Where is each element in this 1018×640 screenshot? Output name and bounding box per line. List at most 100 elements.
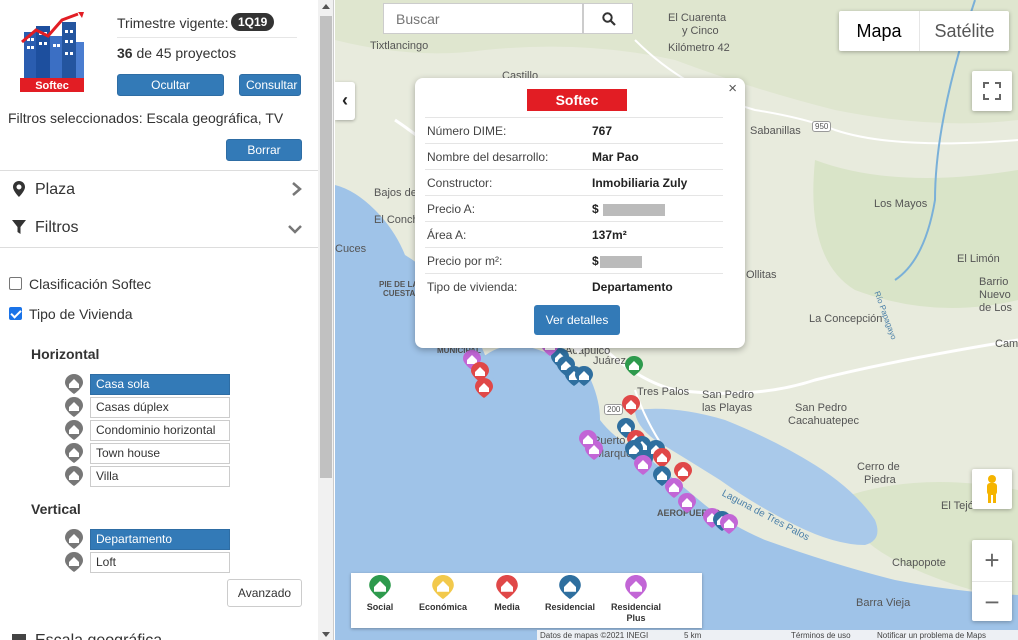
- vertical-option[interactable]: Departamento: [90, 529, 230, 550]
- popup-row-value: $: [592, 254, 642, 268]
- popup-row-value: 767: [592, 124, 613, 138]
- scale-label: 5 km: [684, 631, 702, 640]
- place-label: El Cuarenta: [668, 12, 727, 24]
- section-label: Plaza: [35, 181, 76, 198]
- trimester-label: Trimestre vigente:: [117, 15, 229, 31]
- legend-label: Social: [366, 602, 394, 612]
- section-escala-geografica[interactable]: Escala geográfica: [0, 628, 318, 640]
- property-marker-icon[interactable]: [579, 430, 597, 453]
- hide-projects-button[interactable]: Ocultar proyectos: [117, 74, 224, 112]
- clear-filters-button[interactable]: Borrar filtros: [226, 139, 302, 177]
- vertical-pin-icon: [65, 529, 83, 549]
- legend-item: Residencial: [535, 575, 605, 613]
- legend-marker-icon: [369, 575, 391, 599]
- horizontal-pin-icon: [65, 397, 83, 417]
- report-problem-link[interactable]: Notificar un problema de Maps: [877, 631, 986, 640]
- horizontal-option[interactable]: Town house: [90, 443, 230, 464]
- popup-row-value: Departamento: [592, 280, 673, 294]
- vertical-title: Vertical: [31, 501, 81, 517]
- property-marker-icon[interactable]: [575, 366, 593, 389]
- view-details-button[interactable]: Ver detalles: [534, 305, 620, 335]
- legend-item: Social: [345, 575, 415, 613]
- popup-row: Constructor: Inmobiliaria Zuly: [425, 169, 723, 195]
- property-marker-icon[interactable]: [475, 378, 493, 401]
- horizontal-option[interactable]: Casa sola: [90, 374, 230, 395]
- property-marker-icon[interactable]: [678, 493, 696, 516]
- horizontal-option[interactable]: Condominio horizontal: [90, 420, 230, 441]
- place-label: y Cinco: [682, 25, 719, 37]
- terms-link[interactable]: Términos de uso: [791, 631, 851, 640]
- scroll-up-arrow-icon[interactable]: [322, 4, 330, 9]
- place-label: Campo: [995, 338, 1018, 350]
- highway-shield: 200: [604, 404, 624, 415]
- property-marker-icon[interactable]: [720, 514, 738, 537]
- legend-marker-icon: [432, 575, 454, 599]
- property-marker-icon[interactable]: [622, 395, 640, 418]
- map-type-map[interactable]: Mapa: [839, 11, 919, 51]
- close-icon[interactable]: ×: [728, 80, 737, 97]
- checkbox-label: Clasificación Softec: [29, 276, 152, 292]
- popup-row-label: Precio A:: [427, 202, 476, 216]
- street-view-button[interactable]: [972, 469, 1012, 509]
- popup-row-label: Precio por m²:: [427, 254, 503, 268]
- zoom-control: + −: [972, 540, 1012, 621]
- info-popup: × Softec Número DIME: 767 Nombre del desar…: [415, 78, 745, 348]
- horizontal-title: Horizontal: [31, 346, 100, 362]
- pegman-icon: [987, 475, 997, 503]
- divider: [0, 247, 318, 248]
- popup-row-value: Mar Pao: [592, 150, 639, 164]
- trimester-badge: 1Q19: [231, 13, 275, 31]
- property-marker-icon[interactable]: [625, 356, 643, 379]
- place-label: de Los: [979, 302, 1013, 314]
- search-icon: [602, 12, 616, 26]
- section-plaza[interactable]: Plaza: [0, 172, 318, 208]
- legend-marker-icon: [496, 575, 518, 599]
- popup-row-label: Número DIME:: [427, 124, 507, 138]
- checkbox-label: Tipo de Vivienda: [29, 306, 133, 322]
- legend-label: Media: [494, 602, 520, 612]
- fullscreen-icon: [983, 82, 1001, 100]
- collapse-sidebar-button[interactable]: ‹: [335, 82, 355, 120]
- place-label: Kilómetro 42: [668, 42, 730, 54]
- popup-row-label: Tipo de vivienda:: [427, 280, 518, 294]
- popup-row-value: Inmobiliaria Zuly: [592, 176, 688, 190]
- checkbox[interactable]: [9, 307, 22, 320]
- map-marker-icon: [13, 181, 25, 197]
- place-label: Tixtlancingo: [370, 40, 429, 52]
- horizontal-option[interactable]: Villa: [90, 466, 230, 487]
- consult-button[interactable]: Consultar: [239, 74, 301, 96]
- popup-row: Tipo de vivienda: Departamento: [425, 273, 723, 299]
- selected-filters-text: Filtros seleccionados: Escala geográfica…: [8, 110, 284, 126]
- place-label: San Pedro: [795, 402, 847, 414]
- search-input[interactable]: [383, 3, 583, 34]
- softec-logo: Softec: [20, 12, 84, 92]
- map[interactable]: El Cuarenta y Cinco Kilómetro 42 Tixtlan…: [335, 0, 1018, 640]
- popup-row: Precio A: $: [425, 195, 723, 221]
- zoom-out-button[interactable]: −: [972, 581, 1012, 621]
- advanced-button[interactable]: Avanzado: [227, 579, 302, 607]
- vertical-option[interactable]: Loft: [90, 552, 230, 573]
- zoom-in-button[interactable]: +: [972, 540, 1012, 580]
- popup-row-value: $: [592, 202, 665, 216]
- filter-icon: [12, 220, 26, 234]
- legend-item: Residencial Plus: [601, 575, 671, 624]
- legend-item: Económica: [408, 575, 478, 613]
- horizontal-option[interactable]: Casas dúplex: [90, 397, 230, 418]
- checkbox[interactable]: [9, 277, 22, 290]
- legend-marker-icon: [559, 575, 581, 599]
- scrollbar-thumb[interactable]: [320, 16, 332, 478]
- legend-label: Residencial Plus: [610, 602, 662, 623]
- popup-row: Número DIME: 767: [425, 117, 723, 143]
- property-marker-icon[interactable]: [634, 455, 652, 478]
- map-type-satellite[interactable]: Satélite: [919, 11, 1009, 51]
- scroll-down-arrow-icon[interactable]: [322, 632, 330, 637]
- horizontal-pin-icon: [65, 374, 83, 394]
- place-label: Nuevo: [979, 289, 1011, 301]
- redacted-value: [599, 255, 642, 268]
- fullscreen-button[interactable]: [972, 71, 1012, 111]
- place-label: Barra Vieja: [856, 597, 911, 609]
- search-button[interactable]: [583, 3, 633, 34]
- place-label: Tres Palos: [637, 386, 690, 398]
- section-filtros[interactable]: Filtros: [0, 210, 318, 246]
- grid-icon: [12, 634, 26, 640]
